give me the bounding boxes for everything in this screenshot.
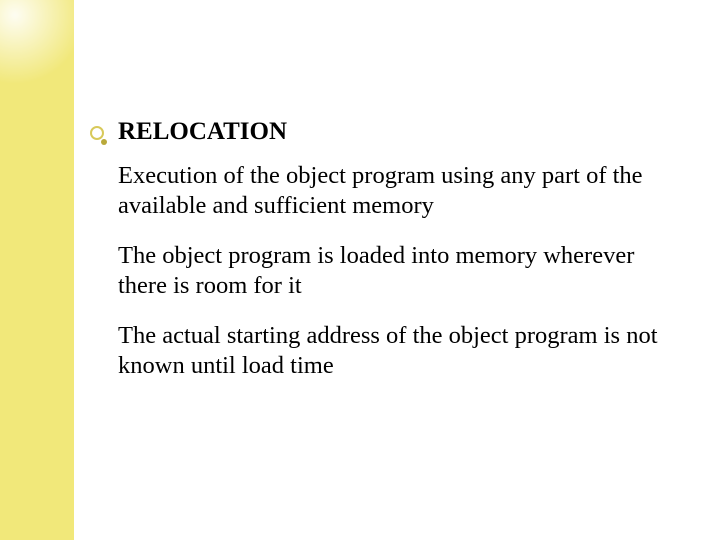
slide-content: RELOCATION Execution of the object progr… <box>118 116 678 401</box>
bullet-dot-icon <box>101 139 107 145</box>
bullet-ring-icon <box>90 126 104 140</box>
slide-paragraph: Execution of the object program using an… <box>118 161 678 221</box>
slide-heading: RELOCATION <box>118 116 678 147</box>
slide-paragraph: The object program is loaded into memory… <box>118 241 678 301</box>
decorative-sidebar <box>0 0 74 540</box>
slide-paragraph: The actual starting address of the objec… <box>118 321 678 381</box>
